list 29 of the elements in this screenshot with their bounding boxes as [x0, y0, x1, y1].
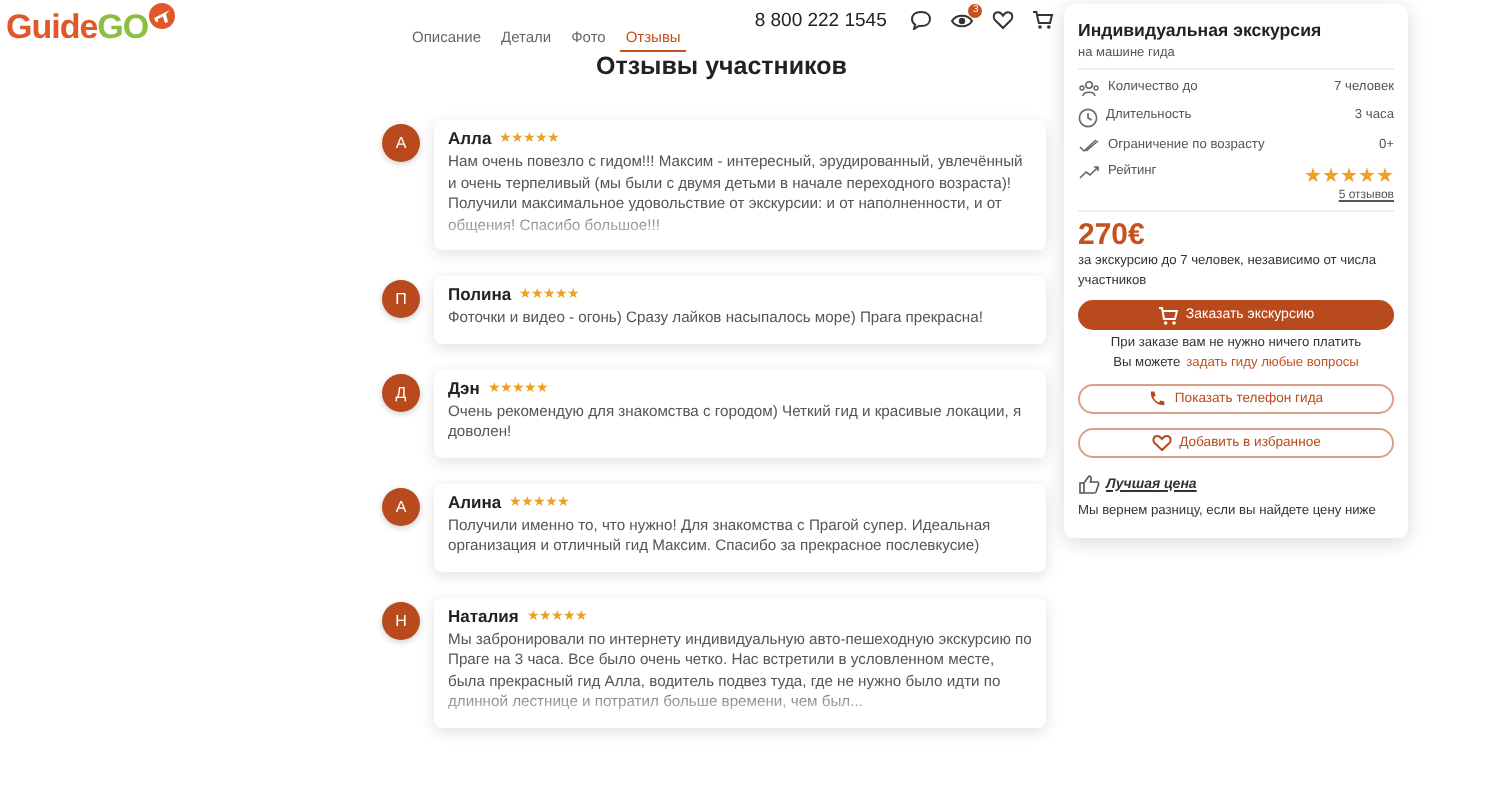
- reviewer-name: Дэн: [448, 377, 480, 397]
- trend-icon: [1078, 164, 1100, 180]
- plane-icon: [148, 2, 177, 30]
- heart-icon: [1151, 434, 1172, 452]
- logo[interactable]: GuideGO: [0, 0, 326, 48]
- cart-icon[interactable]: [1032, 10, 1055, 30]
- price: 270€: [1078, 218, 1147, 252]
- section-title: Отзывы участников: [596, 52, 849, 84]
- reviewer-name: Наталия: [448, 605, 519, 625]
- tour-title: Индивидуальная экскурсия: [1078, 20, 1324, 40]
- reviewer-name: Алла: [448, 128, 492, 148]
- eye-icon[interactable]: [950, 11, 975, 29]
- heart-icon[interactable]: [992, 10, 1015, 30]
- people-icon: [1078, 80, 1100, 98]
- avatar: П: [382, 280, 420, 318]
- phone-number[interactable]: 8 800 222 1545: [754, 10, 887, 32]
- phone-icon: [1148, 390, 1167, 408]
- star-rating: ★★★★★: [1304, 164, 1394, 188]
- checkmark-icon: [1078, 138, 1100, 154]
- avatar: Д: [382, 373, 420, 411]
- thumbs-up-icon: [1078, 474, 1100, 494]
- cart-icon: [1157, 305, 1178, 325]
- avatar: А: [382, 487, 420, 525]
- reviewer-name: Алина: [448, 491, 502, 511]
- clock-icon: [1078, 108, 1098, 128]
- avatar: А: [382, 124, 420, 162]
- chat-icon[interactable]: [910, 10, 933, 30]
- avatar: Н: [382, 601, 420, 639]
- reviewer-name: Полина: [448, 284, 512, 304]
